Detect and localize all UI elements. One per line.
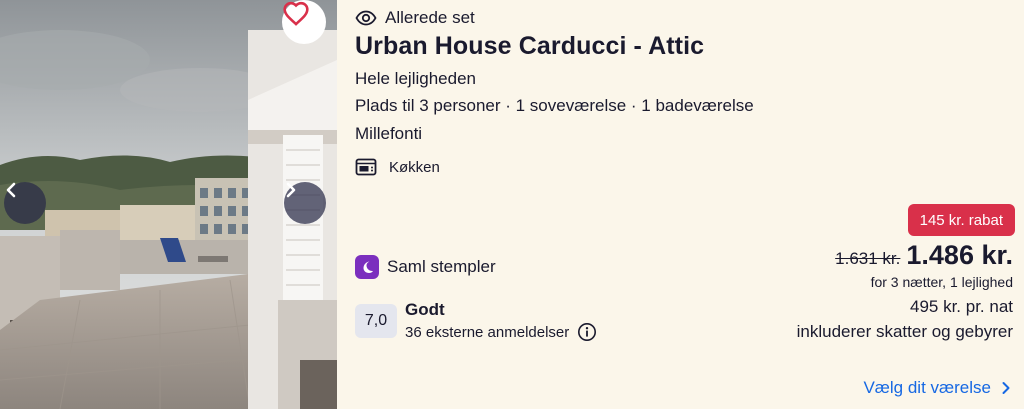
property-photo[interactable] [0,0,337,409]
chevron-right-icon [286,182,296,198]
property-card[interactable]: Allerede set Urban House Carducci - Atti… [0,0,1024,409]
chevron-left-icon [6,182,16,198]
moon-icon [355,255,379,279]
rewards-label: Saml stempler [387,257,496,276]
property-type: Hele lejligheden [355,69,476,88]
seen-indicator: Allerede set [355,8,475,28]
property-capacity: Plads til 3 personer · 1 soveværelse · 1… [355,96,754,115]
rating-score: 7,0 [355,304,397,338]
listing-details: Allerede set Urban House Carducci - Atti… [355,0,1015,409]
stay-summary: for 3 nætter, 1 lejlighed [870,274,1013,290]
rewards-stamps: Saml stempler [355,255,496,279]
price-row: 1.631 kr. 1.486 kr. [835,240,1013,271]
property-neighborhood: Millefonti [355,124,423,143]
choose-room-label: Vælg dit værelse [863,378,991,397]
discount-badge: 145 kr. rabat [907,204,1015,236]
seen-label: Allerede set [385,8,475,27]
favorite-button[interactable] [282,0,326,44]
amenity-label: Køkken [389,158,440,176]
next-photo-button[interactable] [284,182,326,224]
chevron-right-icon [1002,382,1010,394]
heart-icon [283,1,309,26]
guest-rating: 7,0 Godt 36 eksterne anmeldelser [355,300,597,342]
rating-label: Godt [405,300,445,319]
previous-photo-button[interactable] [4,182,46,224]
property-title[interactable]: Urban House Carducci - Attic [355,32,704,61]
kitchen-icon [355,158,377,176]
original-price: 1.631 kr. [835,249,901,268]
eye-icon [355,10,377,26]
choose-room-link[interactable]: Vælg dit værelse [863,378,1011,398]
info-icon[interactable] [577,322,597,342]
amenity-kitchen: Køkken [355,158,440,176]
current-price: 1.486 kr. [906,240,1013,270]
price-per-night: 495 kr. pr. nat [909,297,1013,316]
review-count: 36 eksterne anmeldelser [405,323,570,341]
taxes-note: inkluderer skatter og gebyrer [796,322,1013,341]
